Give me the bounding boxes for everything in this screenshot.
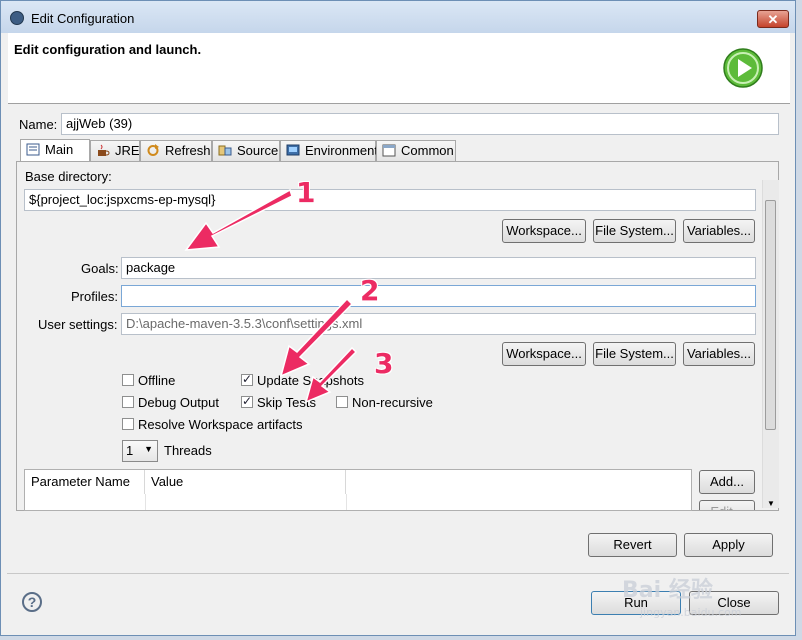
annotation-arrows <box>184 188 358 404</box>
arrow-1 <box>184 188 293 251</box>
arrow-3 <box>304 346 358 404</box>
annotation-number-2: 2 <box>360 274 380 307</box>
watermark: Bai 经验 <box>622 578 713 603</box>
annotation-number-1: 1 <box>296 176 316 209</box>
annotation-number-3: 3 <box>374 347 394 380</box>
watermark-url: jingyan.baidu.com <box>640 606 742 619</box>
